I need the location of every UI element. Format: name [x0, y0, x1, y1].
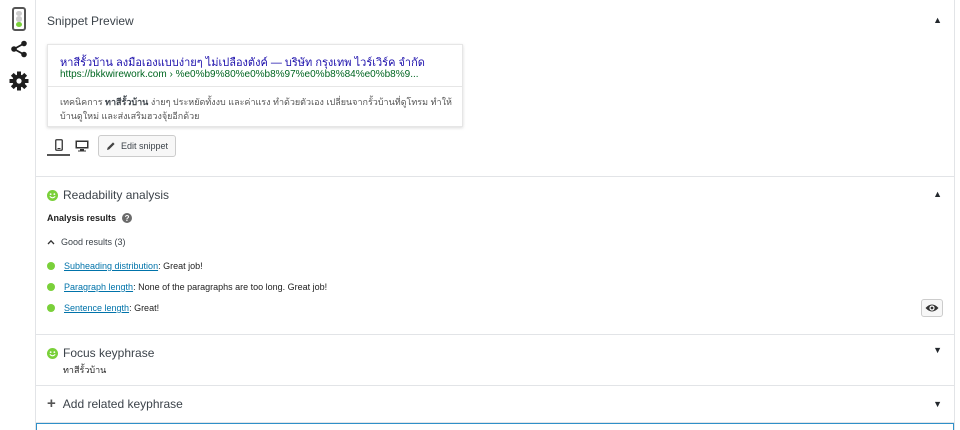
- focus-keyphrase-title: Focus keyphrase: [63, 346, 155, 360]
- desktop-icon: [75, 140, 88, 152]
- snippet-preview-title[interactable]: Snippet Preview: [47, 14, 134, 28]
- result-text: : Great job!: [158, 261, 203, 271]
- related-keyphrase-section: + Add related keyphrase ▼: [36, 386, 954, 423]
- plus-icon: +: [47, 395, 56, 412]
- seo-metabox: Snippet Preview ▲ หาสีรั้วบ้าน ลงมือเองแ…: [35, 0, 955, 430]
- chevron-up-icon: [47, 239, 55, 245]
- readability-header[interactable]: Readability analysis: [47, 188, 169, 202]
- add-related-keyphrase-header[interactable]: + Add related keyphrase: [47, 395, 183, 412]
- good-bullet-icon: [47, 262, 55, 270]
- readability-section: Readability analysis ▲ Analysis results …: [36, 177, 954, 335]
- help-icon[interactable]: ?: [122, 213, 133, 223]
- result-link[interactable]: Subheading distribution: [64, 261, 158, 271]
- mobile-preview-button[interactable]: [47, 136, 70, 156]
- serp-desc-keyword: ทาสีรั้วบ้าน: [105, 97, 149, 107]
- focus-keyphrase-value: ทาสีรั้วบ้าน: [63, 365, 107, 375]
- serp-divider: [48, 86, 462, 87]
- next-section-edge: [36, 423, 954, 430]
- sidebar-tab-social[interactable]: [4, 35, 34, 63]
- expand-arrow-icon[interactable]: ▼: [933, 399, 942, 409]
- traffic-light-icon: [12, 7, 26, 31]
- collapse-arrow-icon[interactable]: ▲: [933, 15, 942, 25]
- edit-snippet-button[interactable]: Edit snippet: [98, 135, 177, 157]
- good-results-label: Good results (3): [61, 237, 126, 247]
- add-related-keyphrase-title: Add related keyphrase: [62, 397, 183, 411]
- result-item: Paragraph length: None of the paragraphs…: [47, 282, 327, 292]
- expand-arrow-icon[interactable]: ▼: [933, 345, 942, 355]
- mobile-icon: [54, 139, 63, 151]
- highlight-toggle-button[interactable]: [921, 299, 943, 317]
- focus-keyphrase-header[interactable]: Focus keyphrase: [47, 346, 154, 360]
- good-bullet-icon: [47, 283, 55, 291]
- analysis-results-heading: Analysis results ?: [47, 213, 133, 223]
- sidebar-tab-advanced[interactable]: [4, 67, 34, 95]
- serp-url: https://bkkwirework.com › %e0%b9%80%e0%b…: [60, 69, 419, 80]
- serp-preview-card: หาสีรั้วบ้าน ลงมือเองแบบง่ายๆ ไม่เปลืองต…: [47, 44, 463, 127]
- collapse-arrow-icon[interactable]: ▲: [933, 189, 942, 199]
- sidebar-tab-seo[interactable]: [4, 5, 34, 33]
- readability-title: Readability analysis: [63, 188, 170, 202]
- snippet-preview-section: Snippet Preview ▲ หาสีรั้วบ้าน ลงมือเองแ…: [36, 0, 954, 177]
- result-item: Subheading distribution: Great job!: [47, 261, 203, 271]
- serp-desc-prefix: เทคนิคการ: [60, 97, 106, 107]
- result-text: : Great!: [129, 303, 160, 313]
- smiley-good-icon: [47, 189, 58, 201]
- share-icon: [11, 40, 27, 58]
- sidebar-tabs: [0, 0, 36, 430]
- good-results-toggle[interactable]: Good results (3): [47, 237, 126, 247]
- result-item: Sentence length: Great!: [47, 303, 159, 313]
- smiley-good-icon: [47, 347, 58, 359]
- eye-icon: [925, 304, 939, 312]
- result-link[interactable]: Paragraph length: [64, 282, 133, 292]
- gear-icon: [9, 71, 29, 91]
- desktop-preview-button[interactable]: [70, 136, 93, 156]
- focus-keyphrase-section: Focus keyphrase ทาสีรั้วบ้าน ▼: [36, 335, 954, 386]
- result-text: : None of the paragraphs are too long. G…: [133, 282, 328, 292]
- preview-mode-toggle: Edit snippet: [47, 135, 177, 157]
- result-link[interactable]: Sentence length: [64, 303, 129, 313]
- edit-snippet-label: Edit snippet: [121, 141, 169, 151]
- pencil-icon: [107, 142, 115, 150]
- serp-description: เทคนิคการ ทาสีรั้วบ้าน ง่ายๆ ประหยัดทั้ง…: [60, 95, 455, 123]
- good-bullet-icon: [47, 304, 55, 312]
- analysis-results-label: Analysis results: [47, 213, 117, 223]
